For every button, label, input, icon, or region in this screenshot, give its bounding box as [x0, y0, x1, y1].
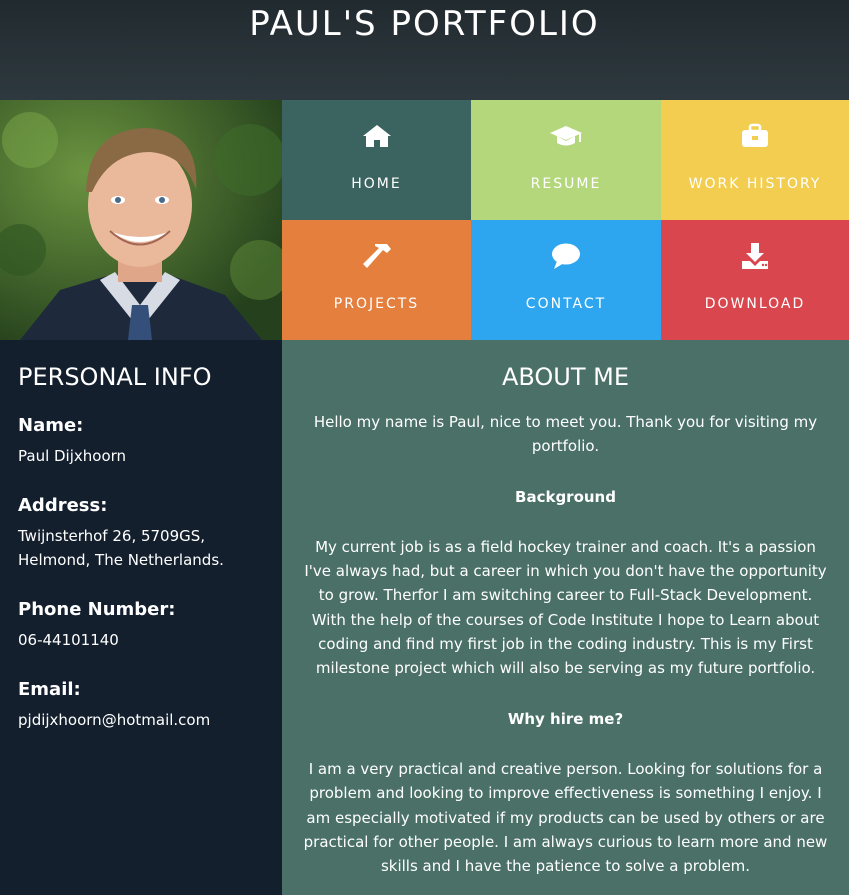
profile-photo — [0, 100, 282, 340]
nav-label-contact: CONTACT — [525, 296, 607, 312]
email-block: Email: pjdijxhoorn@hotmail.com — [18, 678, 264, 732]
personal-info-title: PERSONAL INFO — [18, 363, 212, 391]
nav-tile-home[interactable]: HOME — [282, 100, 471, 220]
nav-tile-resume[interactable]: RESUME — [471, 100, 661, 220]
nav-label-projects: PROJECTS — [333, 296, 420, 312]
phone-label: Phone Number: — [18, 599, 176, 620]
nav-label-home: HOME — [351, 176, 402, 192]
address-block: Address: Twijnsterhof 26, 5709GS, Helmon… — [18, 494, 264, 572]
address-value: Twijnsterhof 26, 5709GS, Helmond, The Ne… — [18, 524, 264, 572]
nav-tile-download[interactable]: DOWNLOAD — [661, 220, 849, 340]
phone-block: Phone Number: 06-44101140 — [18, 598, 264, 652]
name-value: Paul Dijxhoorn — [18, 447, 127, 465]
download-icon — [740, 242, 770, 270]
email-label: Email: — [18, 679, 81, 700]
nav-label-download: DOWNLOAD — [704, 296, 806, 312]
personal-info-panel: PERSONAL INFO Name: Paul Dijxhoorn Addre… — [0, 340, 282, 895]
top-section: HOME RESUME WORK HISTORY PROJECTS CONTAC… — [0, 100, 849, 340]
background-text: My current job is as a field hockey trai… — [304, 537, 827, 678]
briefcase-icon — [740, 122, 770, 150]
profile-photo-illustration — [0, 100, 282, 340]
nav-tiles: HOME RESUME WORK HISTORY PROJECTS CONTAC… — [282, 100, 849, 340]
address-line-2: Helmond, The Netherlands. — [18, 551, 224, 569]
hammer-icon — [361, 242, 393, 270]
phone-value: 06-44101140 — [18, 631, 119, 649]
content-section: PERSONAL INFO Name: Paul Dijxhoorn Addre… — [0, 340, 849, 895]
graduation-cap-icon — [549, 122, 583, 150]
nav-tile-work-history[interactable]: WORK HISTORY — [661, 100, 849, 220]
about-me-panel: ABOUT ME Hello my name is Paul, nice to … — [282, 340, 849, 895]
about-me-title: ABOUT ME — [501, 363, 630, 391]
why-hire-heading: Why hire me? — [507, 709, 624, 728]
nav-tile-projects[interactable]: PROJECTS — [282, 220, 471, 340]
home-icon — [362, 122, 392, 150]
chat-bubble-icon — [551, 242, 581, 270]
background-heading: Background — [515, 487, 616, 506]
nav-tile-contact[interactable]: CONTACT — [471, 220, 661, 340]
nav-label-resume: RESUME — [530, 176, 602, 192]
address-label: Address: — [18, 495, 108, 516]
about-intro: Hello my name is Paul, nice to meet you.… — [313, 413, 818, 456]
address-line-1: Twijnsterhof 26, 5709GS, — [18, 527, 206, 545]
email-value: pjdijxhoorn@hotmail.com — [18, 711, 211, 729]
why-hire-text: I am a very practical and creative perso… — [303, 759, 828, 876]
site-header: PAUL'S PORTFOLIO — [0, 0, 849, 100]
nav-label-work-history: WORK HISTORY — [688, 176, 822, 192]
name-block: Name: Paul Dijxhoorn — [18, 414, 264, 468]
page-title: PAUL'S PORTFOLIO — [249, 4, 600, 44]
name-label: Name: — [18, 415, 84, 436]
